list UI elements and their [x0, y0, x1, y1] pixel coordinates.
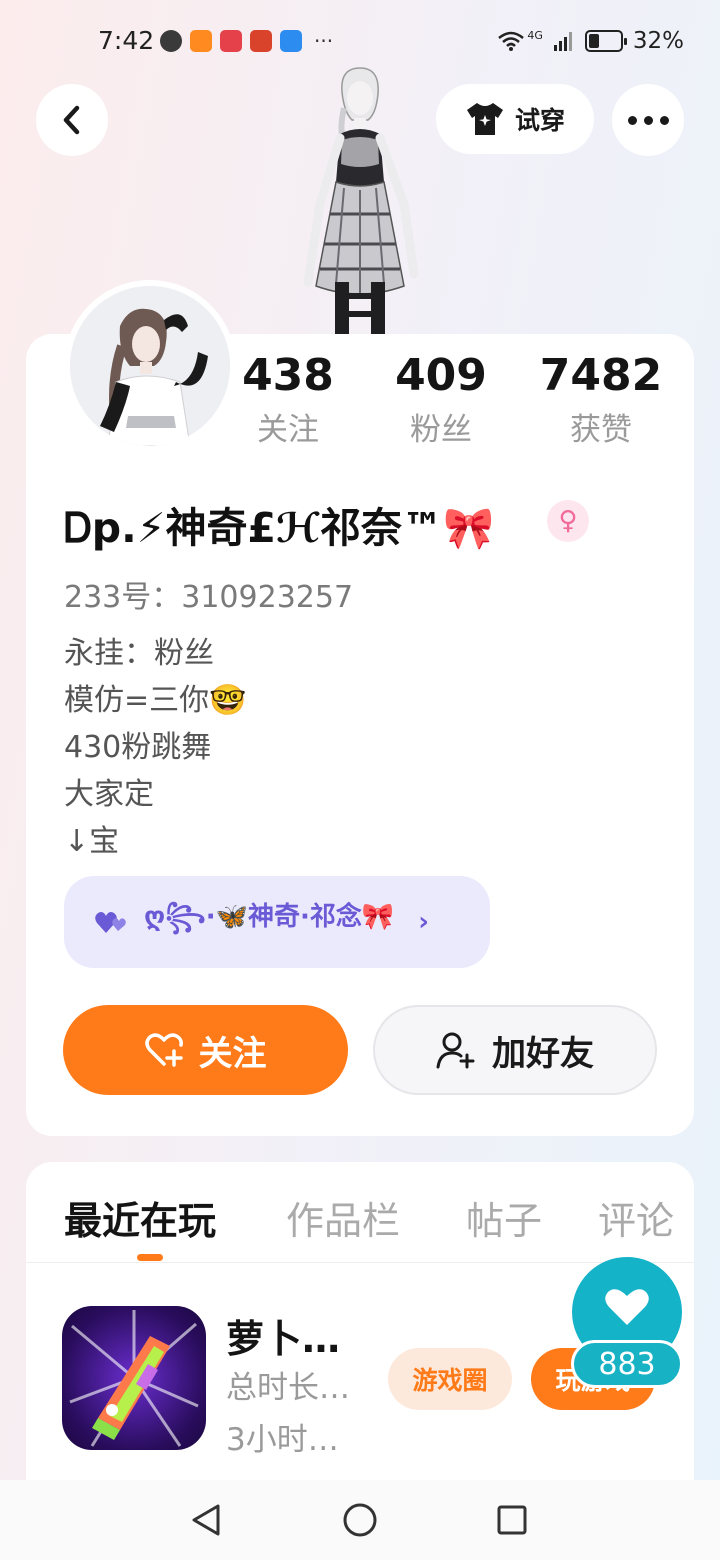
network-type: 4G [527, 28, 543, 42]
game-playtime-label: 总时长… [226, 1370, 350, 1406]
tab-divider [26, 1262, 694, 1263]
more-options-button[interactable] [612, 84, 684, 156]
game-title[interactable]: 萝卜… [226, 1308, 340, 1363]
add-user-icon [436, 1032, 475, 1069]
nav-home-button[interactable] [340, 1500, 380, 1540]
heart-icon [605, 1289, 649, 1325]
heart-plus-icon [144, 1033, 183, 1067]
game-meta: 总时长… 3小时… [226, 1362, 350, 1466]
wechat-icon [160, 30, 182, 52]
bio-line: 430粉跳舞 [64, 730, 212, 765]
system-nav-bar [0, 1480, 720, 1560]
triangle-back-icon [192, 1504, 220, 1536]
status-time: 7:42 [98, 26, 155, 55]
status-more-icon: ··· [314, 29, 334, 53]
cloud-icon [280, 30, 302, 52]
user-id[interactable]: 233号：310923257 [64, 572, 353, 616]
chevron-right-icon: › [418, 907, 430, 937]
game-playtime-value: 3小时… [226, 1422, 339, 1458]
battery-percent: 32% [632, 28, 684, 54]
tshirt-icon [466, 103, 503, 135]
follow-button[interactable]: 关注 [63, 1005, 348, 1095]
bio-line: 大家定 [64, 777, 154, 812]
square-recents-icon [497, 1505, 527, 1535]
tab-recent-play[interactable]: 最近在玩 [64, 1190, 216, 1245]
back-button[interactable] [36, 84, 108, 156]
stat-fans-label: 粉丝 [410, 412, 472, 448]
carrot-game-icon [69, 1310, 199, 1447]
nav-recents-button[interactable] [492, 1500, 532, 1540]
stat-likes-label: 获赞 [570, 412, 632, 448]
group-pill[interactable]: ღ꧂·🦋神奇·祁念🎀 › [64, 876, 490, 968]
like-count-badge: 883 [571, 1340, 683, 1388]
tab-posts[interactable]: 帖子 [466, 1190, 542, 1245]
stat-likes[interactable]: 7482 获赞 [521, 350, 681, 452]
wifi-icon [498, 31, 525, 51]
reader-icon [220, 30, 242, 52]
bio-line: 模仿=三你🤓 [64, 683, 247, 718]
signal-icon [553, 32, 572, 51]
female-gender-icon: ♀ [547, 500, 589, 542]
battery-icon [584, 30, 627, 52]
add-friend-label: 加好友 [492, 1033, 594, 1074]
more-dots-icon [627, 115, 669, 125]
avatar-image-icon [70, 286, 230, 446]
tab-works[interactable]: 作品栏 [286, 1190, 400, 1245]
double-heart-icon [95, 912, 126, 933]
bio-line: ↓宝 [64, 824, 120, 859]
video-icon [190, 30, 212, 52]
group-pill-text: ღ꧂·🦋神奇·祁念🎀 [144, 901, 395, 932]
tab-comments[interactable]: 评论 [598, 1190, 674, 1245]
bio-line: 永挂：粉丝 [64, 636, 214, 671]
active-tab-indicator [137, 1254, 163, 1261]
bio: 永挂：粉丝 模仿=三你🤓 430粉跳舞 大家定 ↓宝 [64, 630, 247, 865]
nav-back-button[interactable] [186, 1500, 226, 1540]
try-on-button[interactable]: 试穿 [436, 84, 594, 154]
status-app-icons: ··· [160, 30, 333, 52]
back-arrow-icon [63, 105, 80, 135]
stat-following-label: 关注 [257, 412, 319, 448]
try-on-label: 试穿 [514, 106, 565, 135]
game-icon [250, 30, 272, 52]
nickname: Ꭰp.⚡神奇£ℋ祁奈™🎀 [64, 504, 495, 552]
stat-likes-value: 7482 [539, 350, 663, 401]
circle-home-icon [343, 1503, 377, 1537]
status-right: 4G 32% [497, 28, 684, 54]
stat-following-value: 438 [242, 350, 334, 401]
game-circle-button[interactable]: 游戏圈 [388, 1348, 512, 1410]
follow-label: 关注 [198, 1033, 267, 1074]
character-figure-icon [303, 67, 419, 336]
stat-fans[interactable]: 409 粉丝 [361, 350, 521, 452]
stat-fans-value: 409 [395, 350, 487, 401]
stat-following[interactable]: 438 关注 [208, 350, 368, 452]
character-figure[interactable] [280, 64, 440, 336]
game-icon-image[interactable] [62, 1306, 206, 1450]
add-friend-button[interactable]: 加好友 [373, 1005, 657, 1095]
